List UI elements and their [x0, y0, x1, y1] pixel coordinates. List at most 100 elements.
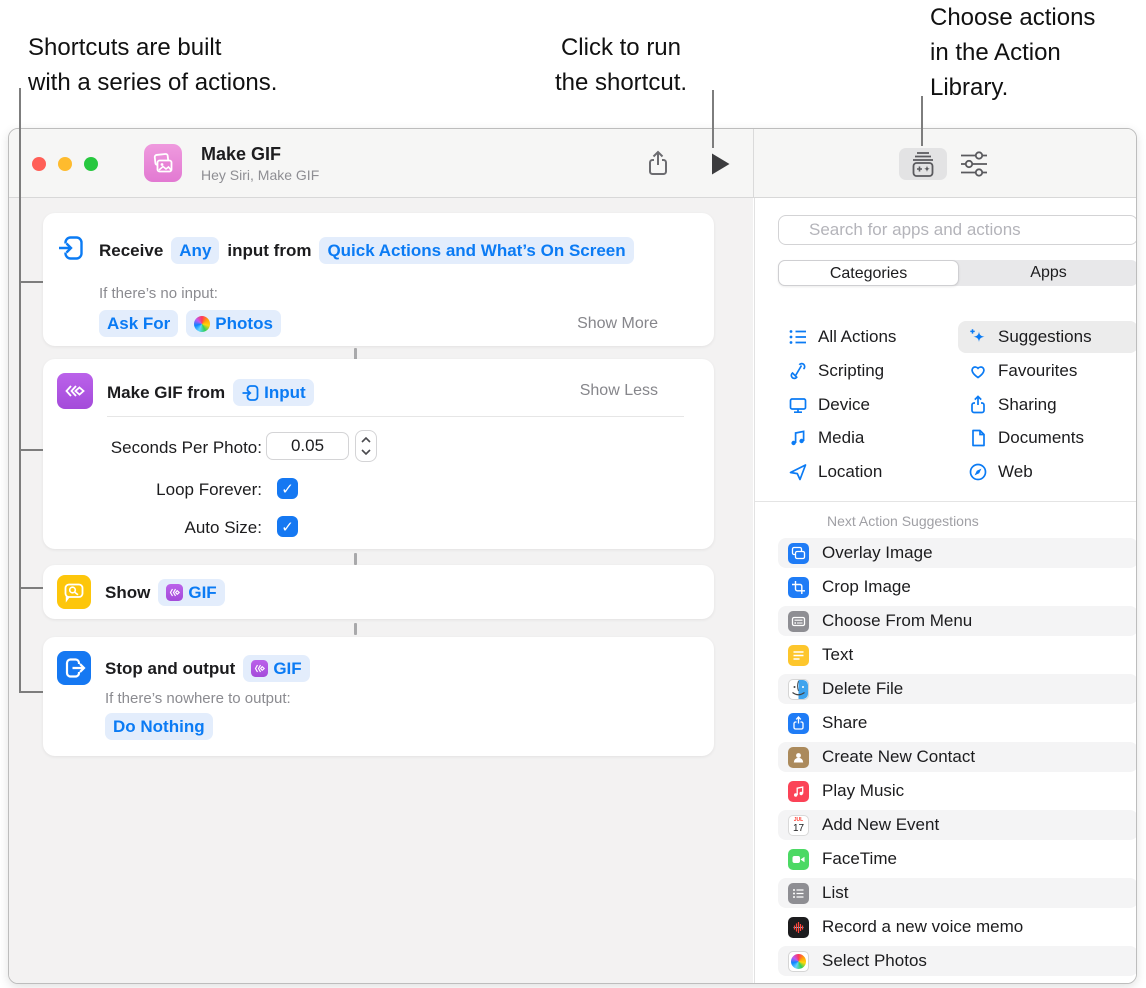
category-scripting[interactable]: Scripting: [788, 355, 884, 387]
scripting-icon: [788, 361, 808, 381]
action-card-show[interactable]: Show GIF: [43, 565, 714, 619]
make-gif-title: Make GIF from: [107, 383, 225, 403]
seconds-per-photo-label: Seconds Per Photo:: [43, 438, 262, 458]
show-less-button[interactable]: Show Less: [580, 382, 658, 400]
card-connector: [354, 553, 357, 565]
suggestion-list[interactable]: List: [778, 878, 1137, 908]
shortcut-details-button[interactable]: [957, 149, 991, 179]
shortcut-icon: [144, 144, 182, 182]
suggestion-overlay-image[interactable]: Overlay Image: [778, 538, 1137, 568]
input-from-word: input from: [227, 241, 311, 261]
show-more-button[interactable]: Show More: [577, 315, 658, 333]
device-icon: [788, 395, 808, 415]
category-suggestions[interactable]: Suggestions: [968, 321, 1092, 353]
ask-for-pill[interactable]: Ask For: [99, 310, 178, 337]
callout-run-pointer-line: [712, 90, 714, 148]
category-documents[interactable]: Documents: [968, 422, 1084, 454]
category-location[interactable]: Location: [788, 456, 882, 488]
suggestion-delete-file[interactable]: Delete File: [778, 674, 1137, 704]
category-device[interactable]: Device: [788, 389, 870, 421]
search-input[interactable]: [778, 215, 1137, 245]
category-all-actions[interactable]: All Actions: [788, 321, 896, 353]
suggestions-header: Next Action Suggestions: [827, 513, 979, 529]
documents-icon: [968, 428, 988, 448]
action-card-stop-output[interactable]: Stop and output GIF If there’s nowhere t…: [43, 637, 714, 756]
sidebar-divider: [755, 501, 1137, 502]
suggestion-choose-from-menu[interactable]: Choose From Menu: [778, 606, 1137, 636]
shortcuts-window: Make GIF Hey Siri, Make GIF: [8, 128, 1137, 984]
suggestion-text[interactable]: Text: [778, 640, 1137, 670]
tab-categories[interactable]: Categories: [778, 260, 959, 286]
run-shortcut-button[interactable]: [707, 151, 733, 177]
tab-apps[interactable]: Apps: [959, 260, 1137, 286]
callout-bracket-vertical-line: [19, 88, 21, 693]
input-variable-icon: [241, 384, 259, 402]
facetime-icon: [788, 849, 809, 870]
suggestion-select-photos[interactable]: Select Photos: [778, 946, 1137, 976]
ask-for-type-pill[interactable]: Photos: [186, 310, 281, 337]
input-type-pill[interactable]: Any: [171, 237, 219, 264]
suggestion-play-music[interactable]: Play Music: [778, 776, 1137, 806]
stepper-up-icon: [361, 437, 371, 443]
suggestion-crop-image[interactable]: Crop Image: [778, 572, 1137, 602]
zoom-window-button[interactable]: [84, 157, 98, 171]
category-favourites[interactable]: Favourites: [968, 355, 1077, 387]
callout-run: Click to run the shortcut.: [530, 30, 712, 100]
list-icon: [788, 883, 809, 904]
do-nothing-pill[interactable]: Do Nothing: [105, 713, 213, 740]
choose-from-menu-icon: [788, 611, 809, 632]
callout-bracket-tick-makegif: [19, 449, 43, 451]
finder-icon: [788, 679, 809, 700]
nowhere-to-output-label: If there’s nowhere to output:: [105, 690, 291, 707]
share-button[interactable]: [643, 148, 673, 180]
loop-forever-checkbox[interactable]: [277, 478, 298, 499]
suggestion-facetime[interactable]: FaceTime: [778, 844, 1137, 874]
all-actions-icon: [788, 327, 808, 347]
gif-variable-pill[interactable]: GIF: [158, 579, 224, 606]
photos-stack-icon: [151, 151, 175, 175]
overlay-image-icon: [788, 543, 809, 564]
stop-output-icon: [57, 651, 91, 685]
category-web[interactable]: Web: [968, 456, 1033, 488]
callout-library: Choose actions in the Action Library.: [930, 0, 1095, 105]
window-title: Make GIF: [201, 144, 281, 165]
editor-canvas: Receive Any input from Quick Actions and…: [9, 198, 753, 984]
location-icon: [788, 462, 808, 482]
photos-app-icon: [194, 316, 210, 332]
callout-run-line2: the shortcut.: [530, 65, 712, 100]
close-window-button[interactable]: [32, 157, 46, 171]
category-sharing[interactable]: Sharing: [968, 389, 1057, 421]
callout-run-line1: Click to run: [530, 30, 712, 65]
action-library-toggle-button[interactable]: [899, 148, 947, 180]
stepper-down-icon: [361, 449, 371, 455]
text-icon: [788, 645, 809, 666]
suggestion-create-new-contact[interactable]: Create New Contact: [778, 742, 1137, 772]
gif-variable-pill[interactable]: GIF: [243, 655, 309, 682]
callout-bracket-tick-receive: [19, 281, 43, 283]
input-variable-pill[interactable]: Input: [233, 379, 314, 406]
action-library-icon: [908, 151, 938, 178]
action-card-receive[interactable]: Receive Any input from Quick Actions and…: [43, 213, 714, 346]
action-card-make-gif[interactable]: Make GIF from Input Show Less Seconds Pe…: [43, 359, 714, 549]
titlebar-divider: [753, 129, 754, 197]
seconds-per-photo-input[interactable]: [266, 432, 349, 460]
share-icon: [646, 150, 670, 178]
library-tabs: Categories Apps: [778, 260, 1137, 286]
suggestion-share[interactable]: Share: [778, 708, 1137, 738]
no-input-condition-label: If there’s no input:: [99, 285, 218, 302]
category-media[interactable]: Media: [788, 422, 864, 454]
auto-size-label: Auto Size:: [43, 518, 262, 538]
gif-variable-icon: [251, 660, 268, 677]
input-source-pill[interactable]: Quick Actions and What’s On Screen: [319, 237, 633, 264]
suggestion-add-new-event[interactable]: JUL 17 Add New Event: [778, 810, 1137, 840]
seconds-stepper[interactable]: [355, 430, 377, 462]
receive-input-icon: [57, 234, 85, 262]
auto-size-checkbox[interactable]: [277, 516, 298, 537]
suggestions-icon: [968, 327, 988, 347]
share-tile-icon: [788, 713, 809, 734]
minimize-window-button[interactable]: [58, 157, 72, 171]
suggestion-record-voice-memo[interactable]: Record a new voice memo: [778, 912, 1137, 942]
window-subtitle: Hey Siri, Make GIF: [201, 167, 319, 183]
callout-actions: Shortcuts are built with a series of act…: [28, 30, 277, 100]
card-connector: [354, 623, 357, 635]
